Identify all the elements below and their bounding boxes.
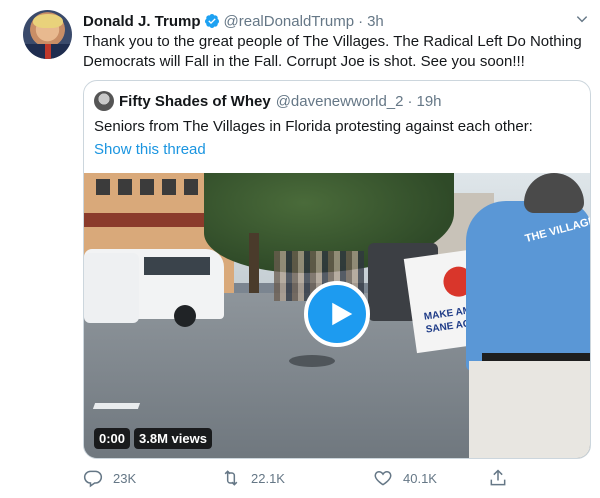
show-thread-link[interactable]: Show this thread <box>94 140 206 160</box>
quoted-author-name: Fifty Shades of Whey <box>119 92 271 110</box>
play-icon <box>332 302 353 326</box>
video-duration: 0:00 <box>94 428 131 449</box>
retweet-count: 22.1K <box>251 470 285 486</box>
avatar-tie <box>45 44 51 59</box>
author-name[interactable]: Donald J. Trump <box>83 13 201 30</box>
verified-badge-icon <box>204 14 219 28</box>
video-scene-window <box>162 179 176 195</box>
chevron-down-icon[interactable] <box>575 12 589 26</box>
video-scene-window <box>96 179 110 195</box>
tweet-header: Donald J. Trump @realDonaldTrump · 3h <box>83 11 384 31</box>
video-player[interactable]: MAKE AME SANE AG THE VILLAGES 0:00 3.8M … <box>84 173 590 458</box>
quoted-tweet[interactable]: Fifty Shades of Whey @davenewworld_2 · 1… <box>83 80 591 459</box>
video-scene-pants <box>469 361 590 458</box>
video-scene-window <box>140 179 154 195</box>
play-button[interactable] <box>304 281 370 347</box>
like-button[interactable]: 40.1K <box>373 466 437 490</box>
quoted-author-avatar <box>94 91 114 111</box>
quoted-tweet-header: Fifty Shades of Whey @davenewworld_2 · 1… <box>94 90 442 112</box>
video-scene-car-window <box>144 257 184 275</box>
reply-button[interactable]: 23K <box>83 466 136 490</box>
tweet-timestamp[interactable]: 3h <box>367 13 384 30</box>
tweet: Donald J. Trump @realDonaldTrump · 3h Th… <box>0 0 600 498</box>
tweet-text: Thank you to the great people of The Vil… <box>83 33 582 70</box>
tweet-actions: 23K 22.1K 40.1K <box>83 466 513 490</box>
share-icon <box>490 469 506 486</box>
video-scene-belt <box>482 353 590 361</box>
retweet-icon <box>224 470 238 486</box>
avatar-hair <box>33 14 63 28</box>
video-scene-wheel <box>174 305 196 327</box>
like-count: 40.1K <box>403 470 437 486</box>
reply-count: 23K <box>113 470 137 486</box>
reply-icon <box>83 470 103 488</box>
separator-dot: · <box>407 92 413 110</box>
retweet-button[interactable]: 22.1K <box>221 466 285 490</box>
quoted-author-handle: @davenewworld_2 <box>275 92 404 110</box>
author-avatar[interactable] <box>23 10 72 59</box>
video-view-count: 3.8M views <box>134 428 212 449</box>
video-scene-road-stripe <box>92 403 141 409</box>
heart-icon <box>374 470 392 486</box>
video-badges: 0:00 3.8M views <box>94 428 212 449</box>
quoted-tweet-timestamp: 19h <box>416 92 442 110</box>
separator-dot: · <box>358 12 364 30</box>
author-handle[interactable]: @realDonaldTrump <box>224 13 355 30</box>
video-scene-manhole <box>289 355 335 367</box>
video-scene-window <box>184 179 198 195</box>
share-button[interactable] <box>488 466 508 490</box>
video-scene-car <box>84 253 139 323</box>
video-scene-car-window <box>180 257 210 275</box>
video-scene-window <box>118 179 132 195</box>
quoted-tweet-text: Seniors from The Villages in Florida pro… <box>94 118 533 135</box>
